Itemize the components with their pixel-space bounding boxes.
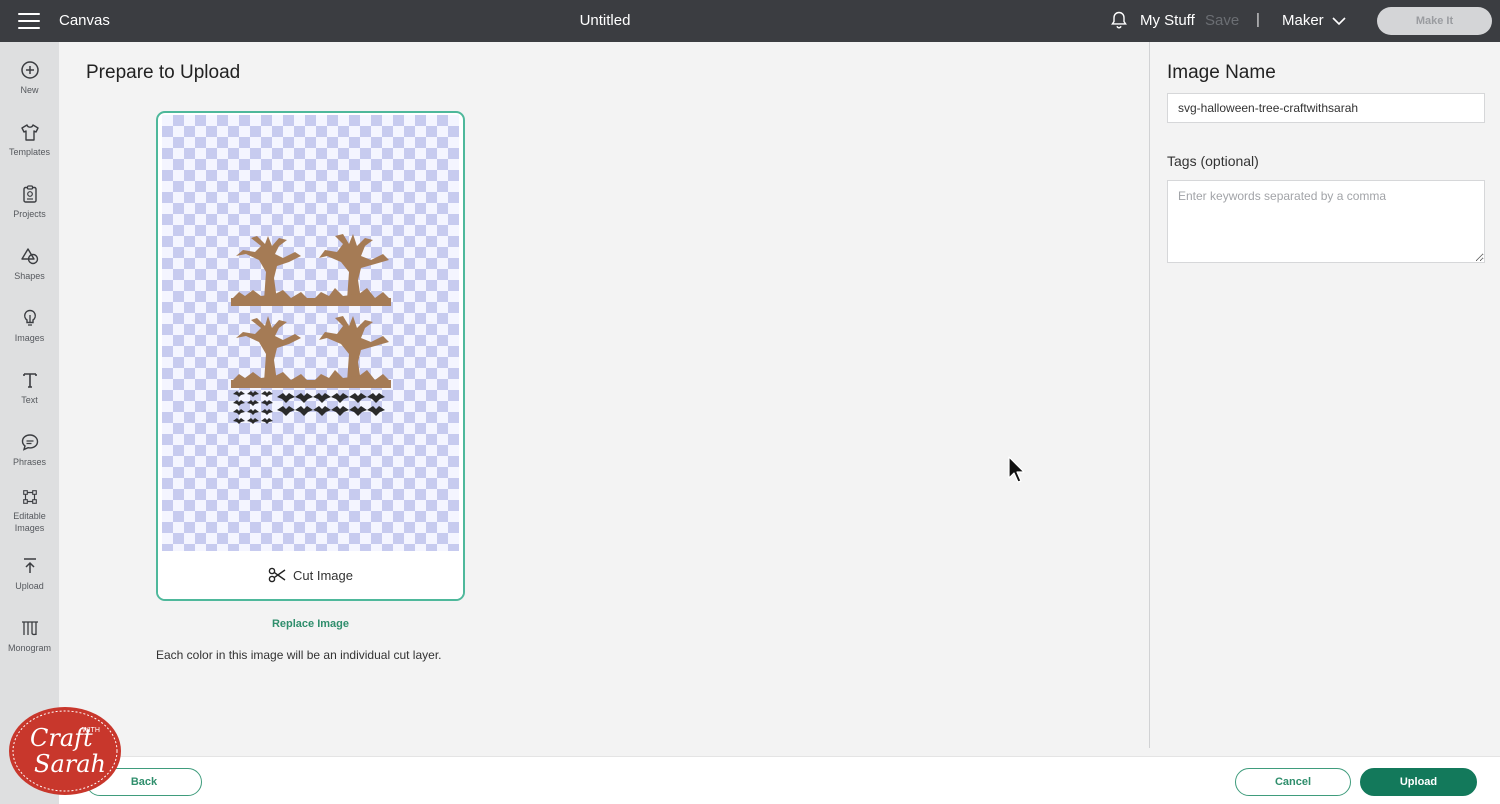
image-name-input[interactable] [1167,93,1485,123]
scissors-icon [268,567,286,583]
replace-image-link[interactable]: Replace Image [156,618,465,630]
top-bar: Canvas Untitled My Stuff Save | Maker Ma… [0,0,1500,42]
machine-selector[interactable]: Maker [1282,12,1346,29]
svg-text:WITH: WITH [82,727,100,734]
upload-button[interactable]: Upload [1360,768,1477,796]
tree-shape [231,316,309,388]
cancel-button[interactable]: Cancel [1235,768,1351,796]
sidebar-item-label: Upload [15,581,44,591]
save-button[interactable]: Save [1205,12,1239,29]
cut-image-label: Cut Image [293,567,353,583]
sidebar-item-shapes[interactable]: Shapes [0,236,59,292]
speech-bubble-icon [21,434,38,451]
sidebar-item-label: Shapes [14,271,45,281]
cut-layer-note: Each color in this image will be an indi… [156,648,442,662]
tree-shape [313,316,391,388]
topbar-separator: | [1256,11,1260,28]
tree-shape [231,236,309,306]
panel-divider [1149,42,1150,748]
image-preview-card[interactable]: Cut Image [156,111,465,601]
bell-icon[interactable] [1109,10,1129,30]
sidebar-item-label: Images [14,333,45,343]
clipboard-icon [22,185,37,203]
sidebar-item-label: Editable Images [13,511,46,533]
cut-image-option[interactable]: Cut Image [158,551,463,599]
svg-text:Sarah: Sarah [34,750,106,778]
monogram-icon [21,621,38,636]
tree-shape [313,234,391,306]
bats-group [233,391,385,424]
lightbulb-icon [23,309,36,326]
sidebar-item-text[interactable]: Text [0,360,59,416]
sidebar-item-upload[interactable]: Upload [0,546,59,602]
uploaded-image-preview [231,234,391,424]
sidebar-item-projects[interactable]: Projects [0,174,59,230]
plus-circle-icon [20,61,39,79]
shapes-icon [20,248,38,265]
sidebar-item-label: Templates [8,147,51,157]
craft-with-sarah-logo: Craft WITH Sarah [9,707,121,795]
my-stuff-link[interactable]: My Stuff [1140,12,1195,29]
sidebar-item-label: Phrases [12,457,47,467]
image-name-heading: Image Name [1167,62,1276,83]
tags-input[interactable] [1167,180,1485,263]
tshirt-icon [20,124,39,141]
sidebar-item-label: Monogram [7,643,52,653]
document-title[interactable]: Untitled [0,12,1210,29]
sidebar-item-phrases[interactable]: Phrases [0,422,59,478]
editable-image-icon [22,490,37,504]
sidebar-item-templates[interactable]: Templates [0,112,59,168]
sidebar-item-monogram[interactable]: Monogram [0,608,59,664]
sidebar-item-label: Projects [13,209,46,219]
tags-label: Tags (optional) [1167,153,1259,169]
left-sidebar: New Templates Projects Shapes Images Tex… [0,42,59,804]
sidebar-item-label: Text [21,395,38,405]
sidebar-item-images[interactable]: Images [0,298,59,354]
mouse-cursor-icon [1008,456,1025,483]
make-it-button[interactable]: Make It [1377,7,1492,35]
sidebar-item-editable-images[interactable]: Editable Images [0,478,59,534]
text-icon [22,373,37,388]
upload-icon [23,558,36,573]
sidebar-item-label: New [20,85,39,95]
chevron-down-icon [1332,16,1346,25]
machine-label: Maker [1282,12,1324,29]
sidebar-item-new[interactable]: New [0,50,59,106]
page-title: Prepare to Upload [86,62,241,83]
